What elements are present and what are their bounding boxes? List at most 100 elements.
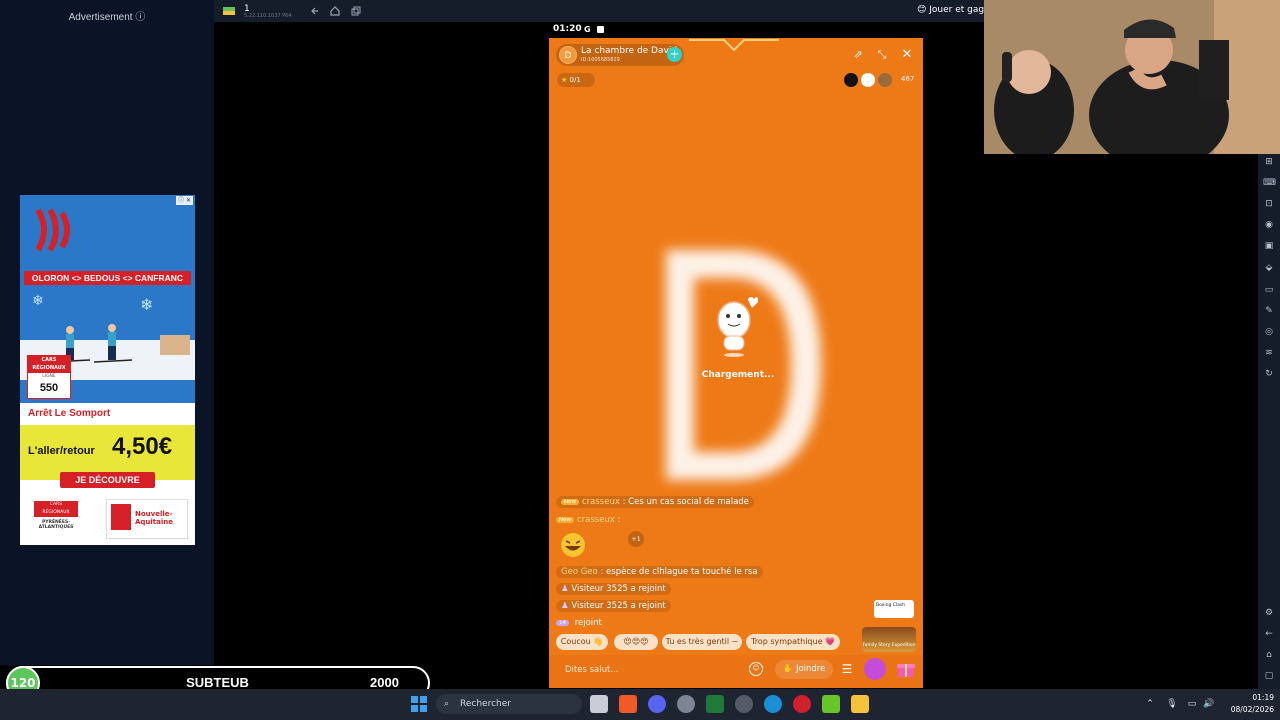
family-story-banner[interactable]: Family Story Expedition (862, 627, 916, 652)
bluestacks-icon[interactable] (851, 695, 869, 713)
home-nav-icon[interactable]: ⌂ (1263, 649, 1275, 661)
chat-text: Visiteur 3525 a rejoint (571, 601, 666, 611)
chat-text: Visiteur 3525 a rejoint (571, 584, 666, 594)
keyboard-icon[interactable]: ⌨ (1263, 177, 1276, 189)
back-icon[interactable]: ← (1263, 628, 1275, 640)
ornament-top (689, 39, 779, 52)
tray-chevron-icon[interactable]: ⌃ (1144, 698, 1156, 710)
line-badge: CARS RÉGIONAUX LIGNE 550 (27, 355, 71, 399)
join-button[interactable]: ✋ Joindre (775, 660, 833, 679)
multi-window-icon[interactable] (351, 6, 361, 16)
settings-app-icon[interactable] (677, 695, 695, 713)
chat-separator: : (614, 515, 621, 525)
chat-text: Ces un cas social de malade (628, 497, 749, 507)
menu-icon[interactable]: ☰ (840, 662, 854, 676)
webcam-overlay (984, 0, 1280, 154)
ad-price-label: L'aller/retour (28, 445, 95, 457)
chat-text: espèce de clhlague ta touché le rsa (606, 567, 758, 577)
emoji-picker-icon[interactable]: ☺ (749, 662, 763, 676)
bluestacks-green-icon[interactable] (822, 695, 840, 713)
toolbar-icon[interactable]: ⊞ (1263, 156, 1275, 168)
gift-icon[interactable] (896, 659, 916, 679)
clock-time[interactable]: 01:19 (1230, 693, 1274, 702)
discord-icon[interactable] (648, 695, 666, 713)
share-icon[interactable]: ⇗ (850, 47, 866, 63)
quick-reply-chip[interactable]: 😍😍😍 (614, 634, 658, 650)
youtube-icon[interactable] (793, 695, 811, 713)
network-icon[interactable]: ▭ (1186, 698, 1198, 710)
chat-username[interactable]: Geo Geo (561, 567, 598, 577)
viewer-count[interactable]: 467 (901, 75, 914, 83)
ad-banner[interactable]: OLORON <> BEDOUS <> CANFRANC ❄ ❄ CARS RÉ… (20, 195, 195, 545)
edit-icon[interactable]: ✎ (1263, 305, 1275, 317)
clock-date[interactable]: 08/02/2026 (1216, 705, 1274, 714)
viewer-avatar[interactable] (861, 73, 875, 87)
ad-choices-icon[interactable]: ⓘ ✕ (176, 196, 193, 205)
nouvelle-aquitaine-logo: Nouvelle-Aquitaine (106, 499, 188, 539)
sync-icon[interactable]: ↻ (1263, 368, 1275, 380)
viewer-avatar[interactable] (844, 73, 858, 87)
hand-icon: ✋ (782, 664, 794, 674)
quick-reply-chip[interactable]: Trop sympathique 💗 (746, 634, 840, 650)
chat-separator: : (597, 567, 607, 577)
folder-icon[interactable]: ▭ (1263, 284, 1275, 296)
edge-icon[interactable] (764, 695, 782, 713)
recents-icon[interactable]: ▢ (1263, 670, 1275, 682)
ad-price: 4,50€ (112, 433, 173, 460)
join-label: Joindre (795, 664, 826, 674)
obs-icon[interactable] (735, 695, 753, 713)
layers-icon[interactable]: ≋ (1263, 347, 1275, 359)
line-badge-number: 550 (39, 382, 59, 394)
ad-label: Advertisement ⓘ (68, 12, 146, 23)
media-player-icon[interactable] (706, 695, 724, 713)
room-name: La chambre de David (581, 46, 678, 56)
boxing-clash-widget[interactable]: Boxing Clash (874, 600, 914, 618)
stars-counter[interactable]: ★ 0/1 (557, 73, 595, 87)
loading-text: Chargement... (701, 370, 775, 380)
brave-icon[interactable] (619, 695, 637, 713)
line-badge-label: LIGNE (42, 374, 56, 379)
ad-cta-button[interactable]: JE DÉCOUVRE (60, 472, 155, 488)
settings-icon[interactable]: ⚙ (1263, 607, 1275, 619)
laughing-emoji-icon (561, 533, 585, 557)
quick-reply-chip[interactable]: Coucou 👋 (556, 634, 608, 650)
chat-username[interactable]: crasseux (582, 497, 620, 507)
media-icon[interactable]: ▣ (1263, 240, 1275, 252)
join-message: ♟ Visiteur 3525 a rejoint (556, 600, 671, 612)
windows-start-icon[interactable] (411, 696, 427, 712)
apk-icon[interactable]: ⬙ (1263, 262, 1275, 274)
chat-username[interactable]: crasseux (577, 515, 615, 525)
boxing-game-icon[interactable] (864, 658, 886, 680)
star-icon: ★ (561, 76, 568, 84)
google-icon: G (584, 25, 591, 34)
file-explorer-icon[interactable] (590, 695, 608, 713)
status-time: 01:20 (553, 24, 582, 34)
back-arrow-icon[interactable] (310, 6, 320, 16)
close-icon[interactable]: ✕ (899, 47, 915, 63)
svg-text:❄: ❄ (32, 293, 44, 309)
stars-value: 0/1 (569, 76, 581, 84)
screenshot-icon[interactable]: ⊡ (1263, 198, 1275, 210)
follow-button[interactable]: + (667, 47, 682, 62)
streamer-camera-image (984, 0, 1280, 154)
emulator-version: 5.22.110.1037 P64 (244, 13, 292, 19)
minimize-icon[interactable]: ⤡ (874, 47, 890, 63)
taskbar-search[interactable]: ⌕ Rechercher (436, 694, 582, 714)
cars-regionaux-logo: CARS RÉGIONAUX PYRÉNÉES- ATLANTIQUES (32, 501, 80, 539)
brand-waves-icon (35, 208, 70, 252)
record-icon[interactable]: ◉ (1263, 219, 1275, 231)
emulator-logo-icon (223, 7, 235, 15)
plus-one-badge[interactable]: +1 (628, 531, 644, 547)
viewer-avatar[interactable] (878, 73, 892, 87)
room-avatar[interactable]: D (559, 46, 577, 64)
emulator-titlebar (214, 0, 984, 22)
play-and-win-link[interactable]: 😊 Jouer et gagn (917, 5, 990, 15)
microphone-icon[interactable]: 🎙 (1166, 698, 1178, 710)
volume-icon[interactable]: 🔊 (1203, 698, 1215, 710)
join-message: 14 rejoint (556, 618, 602, 628)
home-icon[interactable] (330, 6, 340, 16)
quick-reply-chip[interactable]: Tu es très gentil ~ (662, 634, 742, 650)
chat-input[interactable] (556, 660, 766, 680)
line-badge-title: CARS RÉGIONAUX (28, 356, 70, 373)
location-icon[interactable]: ◎ (1263, 326, 1275, 338)
